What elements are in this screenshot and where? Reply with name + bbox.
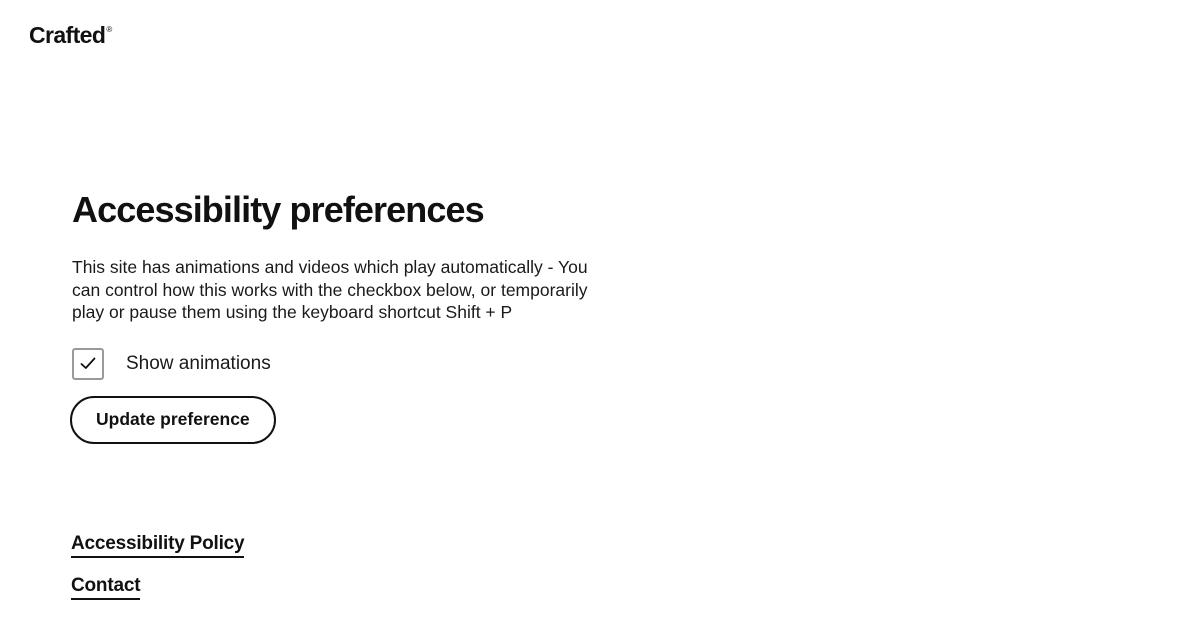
update-preference-button[interactable]: Update preference: [70, 395, 276, 444]
registered-mark: ®: [106, 25, 113, 34]
page: Crafted ® Accessibility preferences This …: [0, 0, 1200, 630]
description-text: This site has animations and videos whic…: [72, 257, 588, 322]
footer-links: Accessibility Policy Contact: [71, 532, 245, 600]
checkmark-icon: [80, 357, 96, 369]
crafted-logo[interactable]: Crafted ®: [29, 14, 112, 51]
contact-link[interactable]: Contact: [71, 574, 141, 600]
show-animations-option[interactable]: Show animations: [72, 347, 632, 380]
logo-text: Crafted: [29, 22, 106, 48]
accessibility-policy-link[interactable]: Accessibility Policy: [71, 532, 245, 558]
show-animations-label: Show animations: [126, 352, 271, 374]
page-title: Accessibility preferences: [72, 189, 485, 230]
preferences-section: Accessibility preferences This site has …: [70, 188, 632, 444]
show-animations-checkbox[interactable]: [72, 347, 104, 380]
